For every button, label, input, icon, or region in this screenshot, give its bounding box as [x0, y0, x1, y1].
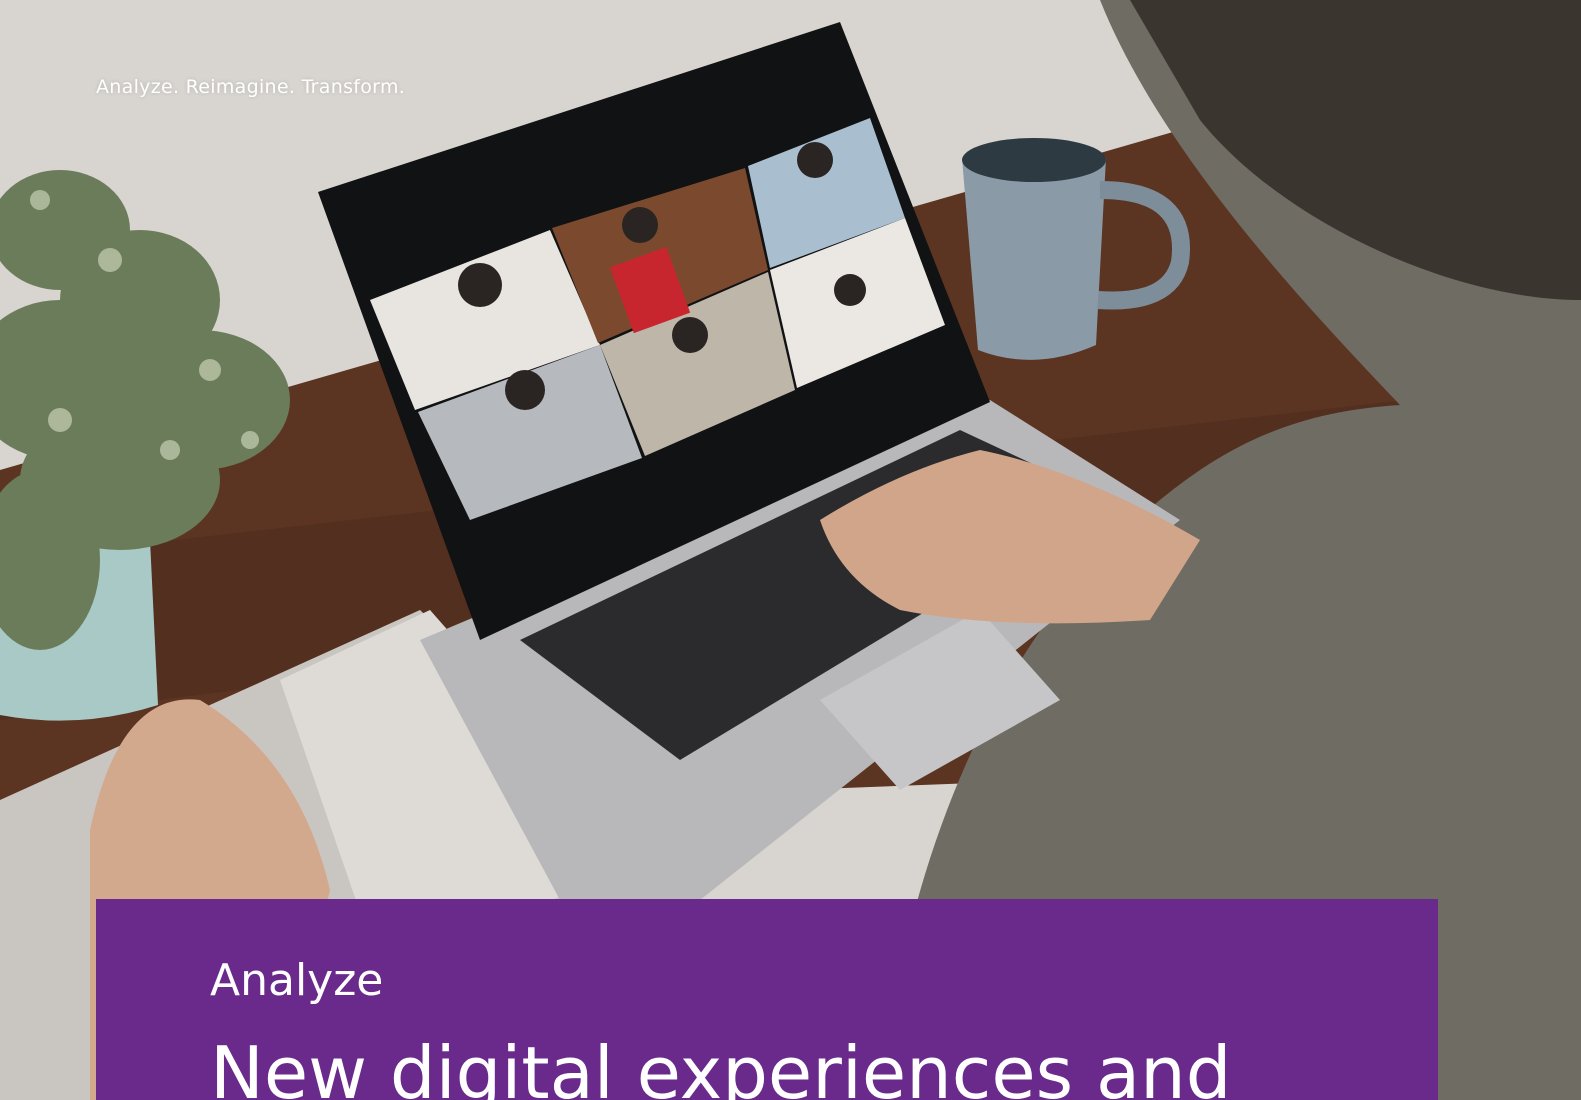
hero-section: Analyze. Reimagine. Transform. Analyze N… [0, 0, 1581, 1100]
panel-title: New digital experiences and [210, 1031, 1232, 1100]
content-panel: Analyze New digital experiences and [96, 899, 1438, 1100]
panel-eyebrow: Analyze [210, 955, 384, 1006]
tagline: Analyze. Reimagine. Transform. [96, 76, 406, 98]
